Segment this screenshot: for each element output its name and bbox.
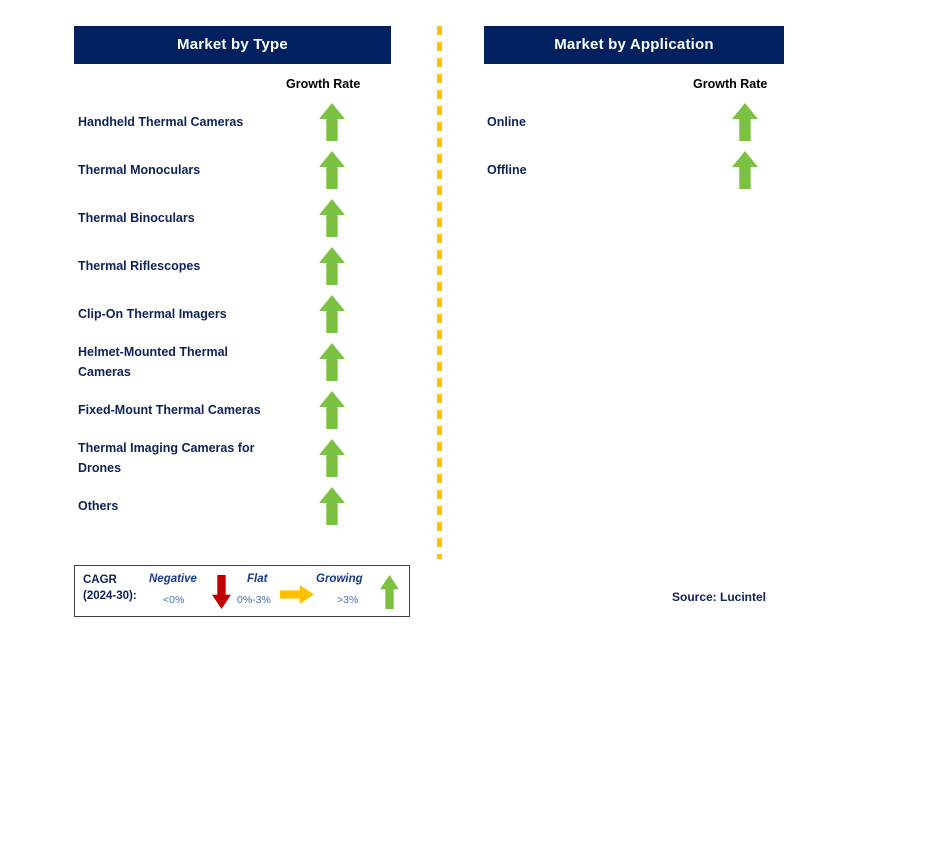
segment-label: Thermal Binoculars	[78, 211, 195, 225]
application-row-list: Online Offline	[484, 98, 784, 194]
table-row: Thermal Riflescopes	[74, 242, 391, 290]
legend-label-growing: Growing	[316, 573, 363, 585]
legend-label-negative: Negative	[149, 573, 197, 585]
up-arrow-icon	[319, 151, 345, 189]
source-note: Source: Lucintel	[672, 590, 767, 604]
segment-label: Others	[78, 499, 119, 513]
up-arrow-icon	[319, 439, 345, 477]
up-arrow-icon	[319, 487, 345, 525]
cagr-legend: CAGR (2024-30): Negative <0% Flat 0%-3% …	[74, 565, 410, 617]
panel-title-application: Market by Application	[484, 26, 784, 64]
segment-label: Fixed-Mount Thermal Cameras	[78, 403, 261, 417]
table-row: Fixed-Mount Thermal Cameras	[74, 386, 391, 434]
legend-range-flat: 0%-3%	[237, 594, 271, 606]
growth-rate-header-application: Growth Rate	[693, 77, 768, 91]
type-row-list: Handheld Thermal Cameras Thermal Monocul…	[74, 98, 391, 530]
legend-label-flat: Flat	[247, 573, 268, 585]
segment-label: Online	[487, 115, 526, 129]
table-row: Clip-On Thermal Imagers	[74, 290, 391, 338]
up-arrow-icon	[732, 103, 758, 141]
segment-label: Handheld Thermal Cameras	[78, 115, 244, 129]
down-arrow-icon	[212, 575, 231, 609]
segment-label: Thermal Imaging Cameras for Drones	[78, 441, 255, 475]
up-arrow-icon	[319, 391, 345, 429]
growth-rate-header-type: Growth Rate	[286, 77, 361, 91]
segment-label: Thermal Riflescopes	[78, 259, 201, 273]
table-row: Thermal Monoculars	[74, 146, 391, 194]
up-arrow-icon	[319, 247, 345, 285]
market-by-application-panel: Market by Application Growth Rate Online…	[484, 26, 784, 189]
up-arrow-icon	[380, 575, 399, 609]
legend-range-negative: <0%	[163, 594, 185, 606]
legend-title-line1: CAGR	[83, 574, 117, 586]
table-row: Online	[484, 98, 784, 146]
vertical-dashed-divider	[437, 26, 442, 559]
segment-label: Offline	[487, 163, 527, 177]
legend-range-growing: >3%	[337, 594, 359, 606]
up-arrow-icon	[319, 343, 345, 381]
up-arrow-icon	[319, 295, 345, 333]
up-arrow-icon	[732, 151, 758, 189]
market-by-type-panel: Market by Type Growth Rate Handheld Ther…	[74, 26, 391, 525]
up-arrow-icon	[319, 103, 345, 141]
table-row: Thermal Imaging Cameras for Drones	[74, 434, 391, 482]
segment-label: Clip-On Thermal Imagers	[78, 307, 227, 321]
segment-label: Thermal Monoculars	[78, 163, 201, 177]
table-row: Offline	[484, 146, 784, 194]
segment-label: Helmet-Mounted Thermal Cameras	[78, 345, 229, 379]
legend-title: CAGR (2024-30):	[83, 572, 137, 604]
panel-title-type: Market by Type	[74, 26, 391, 64]
table-row: Handheld Thermal Cameras	[74, 98, 391, 146]
table-row: Thermal Binoculars	[74, 194, 391, 242]
up-arrow-icon	[319, 199, 345, 237]
legend-title-line2: (2024-30):	[83, 590, 137, 602]
right-arrow-icon	[280, 585, 314, 604]
table-row: Others	[74, 482, 391, 530]
table-row: Helmet-Mounted Thermal Cameras	[74, 338, 391, 386]
